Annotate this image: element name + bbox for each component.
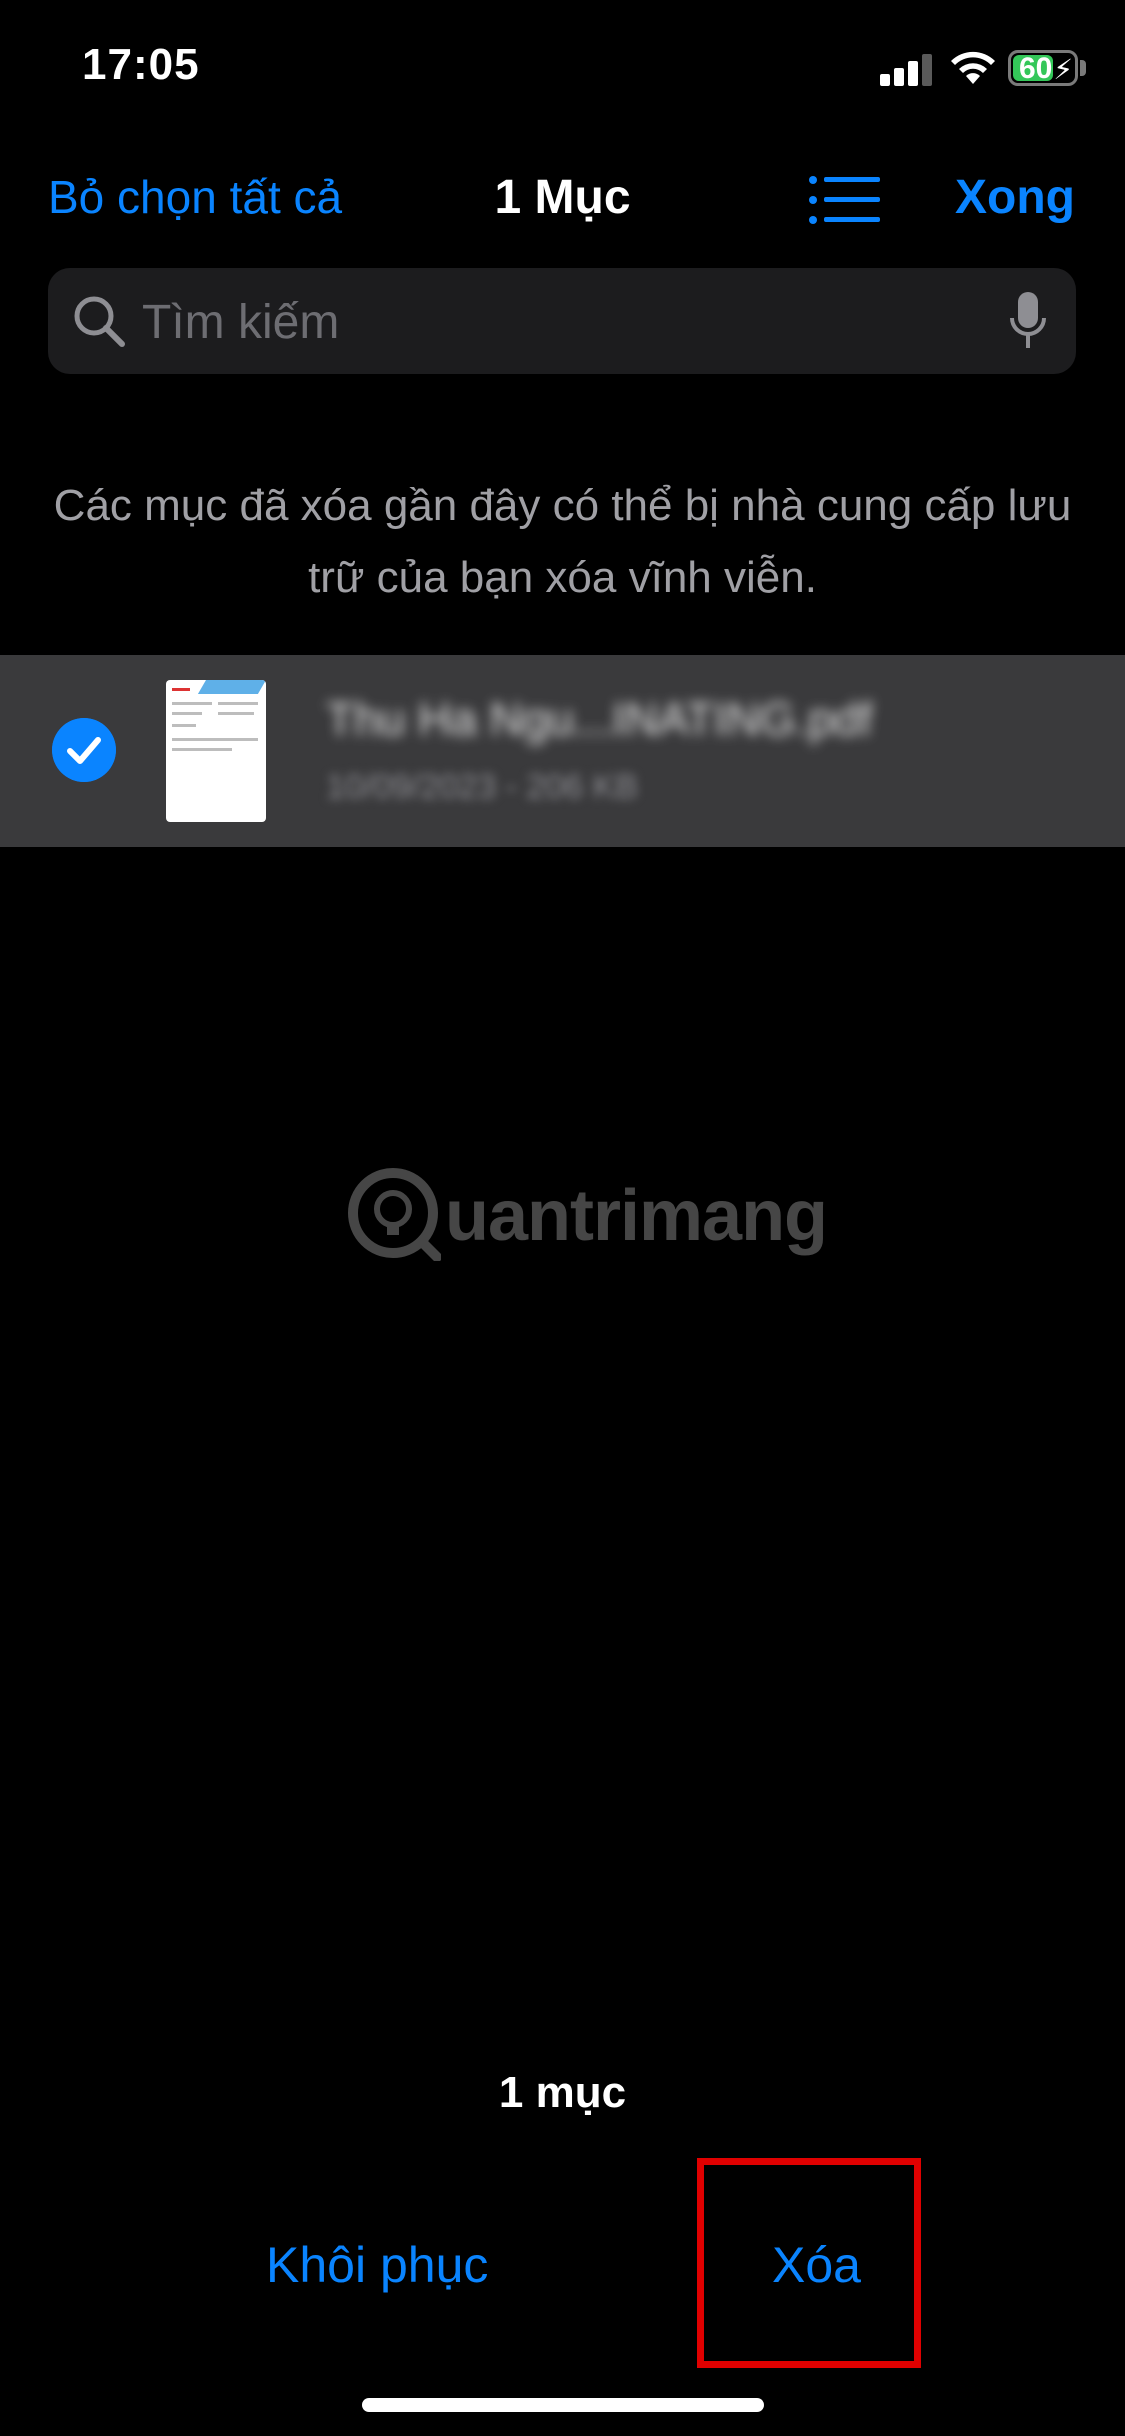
selected-count-label: 1 mục [498,2068,627,2117]
file-meta: 10/09/2023 - 206 KB [326,768,638,807]
watermark: uantrimang [345,1165,828,1265]
battery-tip [1080,60,1086,76]
battery-percent: 60 [1019,52,1053,85]
search-input[interactable] [142,292,942,352]
search-bar[interactable] [48,268,1076,374]
home-indicator[interactable] [362,2398,764,2412]
status-bar: 17:05 60 ⚡ [0,0,1125,140]
wifi-icon [951,51,995,84]
meta-separator: - [505,768,527,806]
pdf-thumbnail [166,680,266,822]
checkmark-selected-icon[interactable] [52,718,116,782]
microphone-icon[interactable] [1010,290,1046,352]
battery-icon: 60 ⚡ [1008,50,1078,86]
file-size: 206 KB [526,768,638,806]
restore-button[interactable]: Khôi phục [266,2236,488,2294]
cellular-signal-icon [880,52,936,86]
deselect-all-button[interactable]: Bỏ chọn tất cả [48,170,342,224]
list-view-icon[interactable] [808,174,880,226]
info-message: Các mục đã xóa gần đây có thể bị nhà cun… [53,481,1072,602]
navigation-bar: 1 Mục Bỏ chọn tất cả Xong [0,150,1125,250]
search-icon [74,296,125,347]
highlight-box [697,2158,921,2368]
charging-bolt-icon: ⚡ [1053,54,1073,85]
lightbulb-logo-icon [348,1168,441,1261]
status-time: 17:05 [82,40,200,89]
file-date: 10/09/2023 [326,768,497,806]
file-name: Thu Ha Ngu...INATING.pdf [326,693,873,745]
watermark-text: uantrimang [445,1176,828,1256]
done-button[interactable]: Xong [955,170,1075,225]
